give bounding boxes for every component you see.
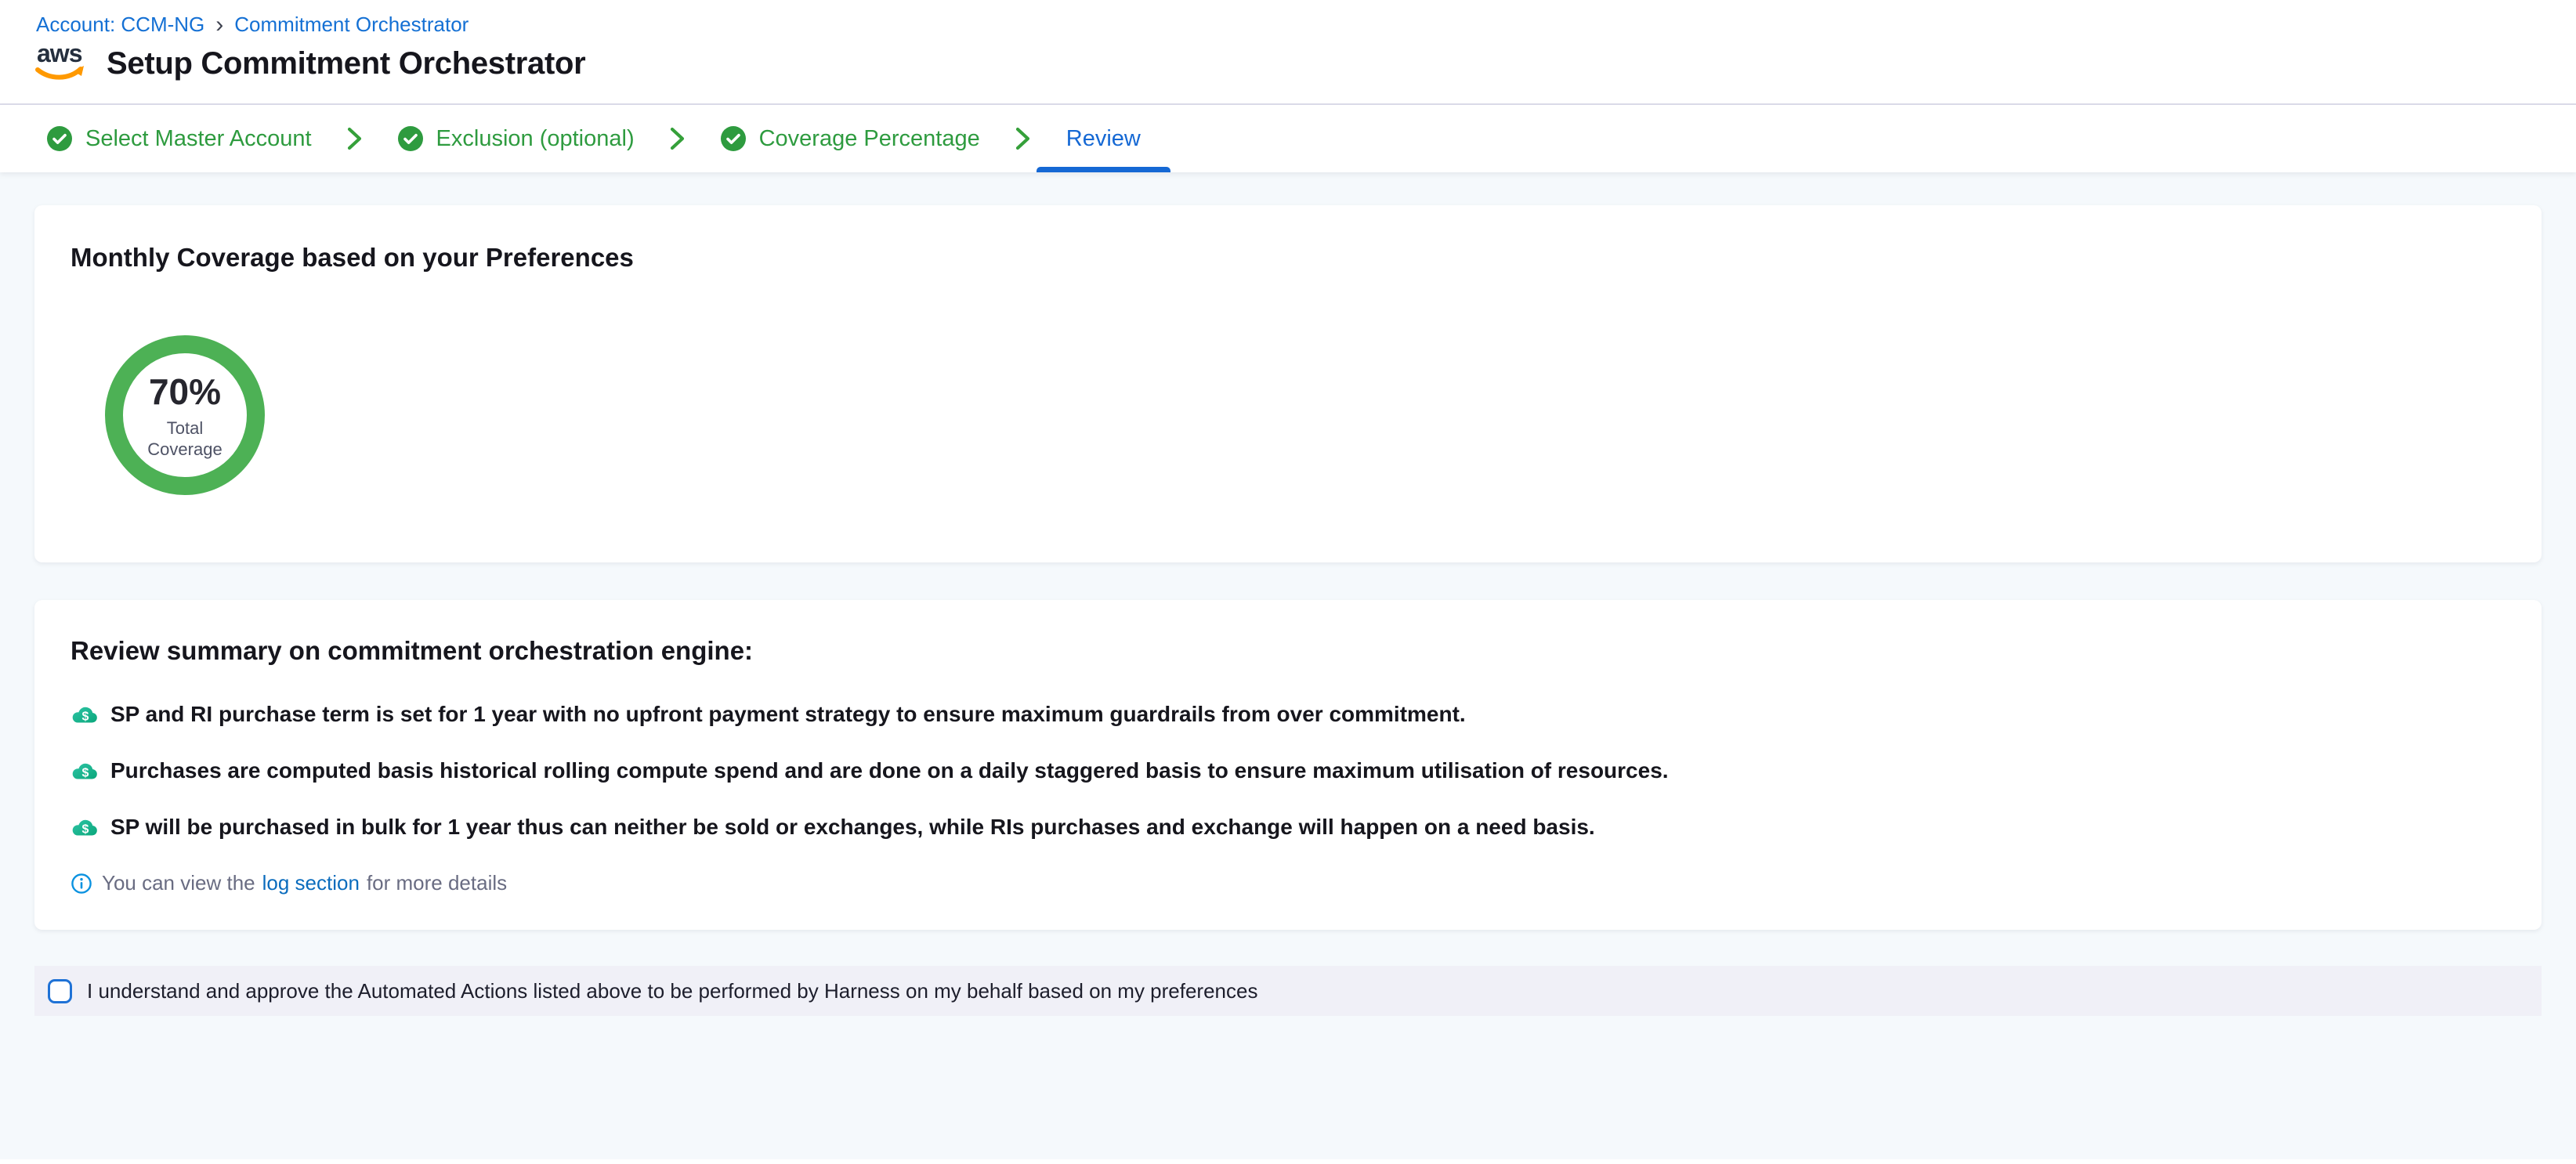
check-circle-icon — [47, 126, 72, 151]
coverage-card-title: Monthly Coverage based on your Preferenc… — [71, 243, 2505, 273]
check-circle-icon — [398, 126, 423, 151]
step-label: Review — [1066, 126, 1141, 152]
summary-bullet-row: $ SP and RI purchase term is set for 1 y… — [71, 702, 2505, 727]
coverage-percent-value: 70% — [149, 371, 221, 413]
info-suffix: for more details — [367, 871, 507, 895]
page-header: Account: CCM-NG › Commitment Orchestrato… — [0, 0, 2576, 105]
log-info-row: You can view the log section for more deta… — [71, 871, 2505, 895]
svg-text:$: $ — [82, 823, 89, 837]
summary-card-title: Review summary on commitment orchestrati… — [71, 636, 2505, 666]
donut-label-line1: Total — [167, 418, 203, 438]
consent-checkbox[interactable] — [48, 979, 72, 1003]
chevron-right-icon — [1015, 127, 1032, 150]
log-section-link[interactable]: log section — [262, 871, 360, 895]
chevron-right-icon — [346, 127, 364, 150]
cloud-dollar-icon: $ — [71, 760, 99, 782]
step-label: Exclusion (optional) — [436, 126, 635, 152]
svg-text:$: $ — [82, 767, 89, 780]
summary-bullet-row: $ Purchases are computed basis historica… — [71, 758, 2505, 783]
bottom-edge — [0, 1159, 2576, 1164]
cloud-dollar-icon: $ — [71, 816, 99, 838]
page: { "breadcrumb": { "separator": "\u203a",… — [0, 0, 2576, 1164]
wizard-step-select-master-account[interactable]: Select Master Account — [47, 105, 312, 172]
coverage-donut-label: Total Coverage — [147, 418, 222, 460]
summary-bullet-text: Purchases are computed basis historical … — [110, 758, 1669, 783]
review-summary-card: Review summary on commitment orchestrati… — [34, 600, 2542, 930]
consent-bar: I understand and approve the Automated A… — [34, 966, 2542, 1016]
summary-bullet-text: SP will be purchased in bulk for 1 year … — [110, 815, 1595, 840]
page-title: Setup Commitment Orchestrator — [107, 46, 585, 81]
aws-logo-icon: aws — [34, 40, 86, 87]
log-info-text: You can view the log section for more deta… — [102, 871, 507, 895]
coverage-donut-chart: 70% Total Coverage — [105, 335, 265, 495]
title-row: aws Setup Commitment Orchestrator — [34, 40, 2576, 87]
summary-bullet-row: $ SP will be purchased in bulk for 1 yea… — [71, 815, 2505, 840]
breadcrumb-separator-icon: › — [215, 15, 223, 35]
consent-label[interactable]: I understand and approve the Automated A… — [87, 979, 1257, 1003]
wizard-stepbar: Select Master Account Exclusion (optiona… — [0, 105, 2576, 172]
wizard-step-exclusion[interactable]: Exclusion (optional) — [398, 105, 635, 172]
summary-bullet-text: SP and RI purchase term is set for 1 yea… — [110, 702, 1466, 727]
wizard-step-coverage-percentage[interactable]: Coverage Percentage — [721, 105, 980, 172]
donut-label-line2: Coverage — [147, 439, 222, 459]
info-prefix: You can view the — [102, 871, 255, 895]
breadcrumb: Account: CCM-NG › Commitment Orchestrato… — [0, 0, 2576, 37]
svg-text:aws: aws — [37, 40, 82, 67]
monthly-coverage-card: Monthly Coverage based on your Preferenc… — [34, 205, 2542, 562]
check-circle-icon — [721, 126, 746, 151]
step-label: Coverage Percentage — [759, 126, 980, 152]
page-content: Monthly Coverage based on your Preferenc… — [0, 172, 2576, 1162]
summary-bullet-list: $ SP and RI purchase term is set for 1 y… — [71, 702, 2505, 840]
breadcrumb-page-link[interactable]: Commitment Orchestrator — [234, 13, 469, 37]
step-label: Select Master Account — [85, 126, 312, 152]
cloud-dollar-icon: $ — [71, 703, 99, 725]
chevron-right-icon — [669, 127, 686, 150]
info-icon — [71, 873, 92, 895]
svg-text:$: $ — [82, 710, 89, 724]
wizard-step-review[interactable]: Review — [1066, 105, 1141, 172]
breadcrumb-account-link[interactable]: Account: CCM-NG — [36, 13, 204, 37]
